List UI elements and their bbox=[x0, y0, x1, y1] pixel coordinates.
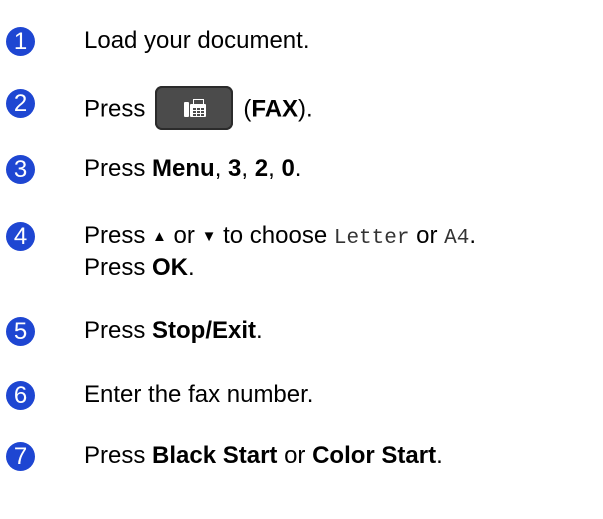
text-run: Press bbox=[84, 155, 153, 182]
text-run: , bbox=[241, 155, 255, 182]
text-run: or bbox=[277, 442, 313, 469]
color-start-key: Color Start bbox=[312, 442, 437, 469]
text-run: Press bbox=[84, 442, 153, 469]
step-text: Press Stop/Exit. bbox=[84, 316, 263, 346]
text-run: , bbox=[214, 155, 229, 182]
step-6-text: Enter the fax number. bbox=[84, 381, 314, 408]
step-number-badge: 2 bbox=[6, 89, 35, 118]
step-number-badge: 6 bbox=[6, 381, 35, 410]
text-run: . bbox=[188, 254, 195, 281]
step-text: Enter the fax number. bbox=[84, 380, 313, 410]
step-text: Press Black Start or Color Start. bbox=[84, 441, 443, 471]
step-number-badge: 7 bbox=[6, 442, 35, 471]
fax-button bbox=[155, 86, 234, 130]
stop-exit-key: Stop/Exit bbox=[152, 317, 257, 344]
text-run: or bbox=[409, 222, 445, 249]
text-run: , bbox=[268, 155, 282, 182]
step-text: Load your document. bbox=[84, 26, 309, 56]
ok-key: OK bbox=[152, 254, 189, 281]
text-run: Press bbox=[84, 317, 153, 344]
text-run: . bbox=[436, 442, 443, 469]
step-text: Press ▲ or ▼ to choose Letter or A4. bbox=[84, 221, 476, 254]
step-text-line-2: Press OK. bbox=[84, 253, 195, 283]
text-run: . bbox=[469, 222, 477, 249]
text-run: Press bbox=[84, 254, 153, 281]
text-run: Press bbox=[84, 222, 153, 249]
fax-label: FAX bbox=[251, 95, 299, 123]
key-3: 3 bbox=[228, 155, 242, 182]
up-arrow-icon: ▲ bbox=[152, 228, 167, 245]
text-run: to choose bbox=[216, 222, 334, 249]
step-number-badge: 1 bbox=[6, 27, 35, 56]
step-number-badge: 4 bbox=[6, 222, 35, 251]
step-number-badge: 5 bbox=[6, 317, 35, 346]
black-start-key: Black Start bbox=[152, 442, 278, 469]
option-letter: Letter bbox=[333, 227, 410, 250]
step-1-text: Load your document. bbox=[84, 27, 310, 54]
paren-close: ). bbox=[298, 95, 313, 123]
step-2-press: Press bbox=[84, 95, 146, 123]
step-number-badge: 3 bbox=[6, 155, 35, 184]
text-run: . bbox=[256, 317, 263, 344]
option-a4: A4 bbox=[444, 227, 470, 250]
down-arrow-icon: ▼ bbox=[201, 228, 217, 245]
key-0: 0 bbox=[281, 155, 295, 182]
text-run: . bbox=[294, 155, 302, 182]
menu-key: Menu bbox=[152, 155, 215, 182]
text-run: or bbox=[166, 222, 202, 249]
key-2: 2 bbox=[254, 155, 269, 182]
step-text: Press Menu, 3, 2, 0. bbox=[84, 154, 301, 184]
fax-icon bbox=[184, 99, 207, 117]
step-text: Press (FAX). bbox=[84, 86, 313, 132]
